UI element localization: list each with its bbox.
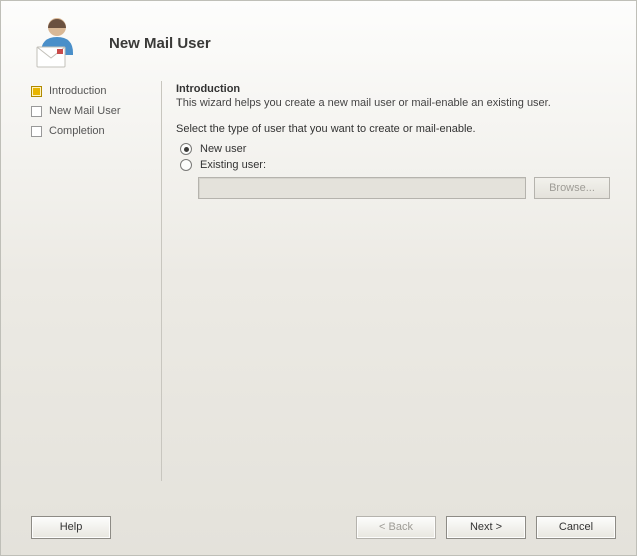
- step-new-mail-user: New Mail User: [31, 105, 161, 117]
- wizard-footer: Help < Back Next > Cancel: [1, 499, 636, 555]
- step-label: New Mail User: [49, 105, 121, 117]
- existing-user-row: Browse...: [198, 177, 610, 199]
- radio-new-user[interactable]: [180, 143, 192, 155]
- wizard-body: Introduction New Mail User Completion In…: [1, 81, 636, 481]
- step-label: Completion: [49, 125, 105, 137]
- mail-user-icon: [31, 15, 81, 71]
- steps-list: Introduction New Mail User Completion: [31, 81, 161, 481]
- radio-row-existing-user[interactable]: Existing user:: [180, 159, 610, 171]
- step-indicator-current-icon: [31, 86, 42, 97]
- step-label: Introduction: [49, 85, 106, 97]
- help-button[interactable]: Help: [31, 516, 111, 539]
- instruction-text: Select the type of user that you want to…: [176, 123, 610, 135]
- existing-user-field: [198, 177, 526, 199]
- step-introduction: Introduction: [31, 85, 161, 97]
- radio-row-new-user[interactable]: New user: [180, 143, 610, 155]
- content-panel: Introduction This wizard helps you creat…: [161, 81, 618, 481]
- step-completion: Completion: [31, 125, 161, 137]
- section-title: Introduction: [176, 83, 610, 95]
- next-button[interactable]: Next >: [446, 516, 526, 539]
- cancel-button[interactable]: Cancel: [536, 516, 616, 539]
- step-indicator-icon: [31, 106, 42, 117]
- browse-button: Browse...: [534, 177, 610, 199]
- wizard-header: New Mail User: [1, 1, 636, 81]
- step-indicator-icon: [31, 126, 42, 137]
- radio-label-existing-user: Existing user:: [200, 159, 266, 171]
- section-description: This wizard helps you create a new mail …: [176, 97, 610, 109]
- wizard-dialog: New Mail User Introduction New Mail User…: [0, 0, 637, 556]
- back-button: < Back: [356, 516, 436, 539]
- radio-existing-user[interactable]: [180, 159, 192, 171]
- wizard-title: New Mail User: [109, 35, 211, 52]
- radio-label-new-user: New user: [200, 143, 246, 155]
